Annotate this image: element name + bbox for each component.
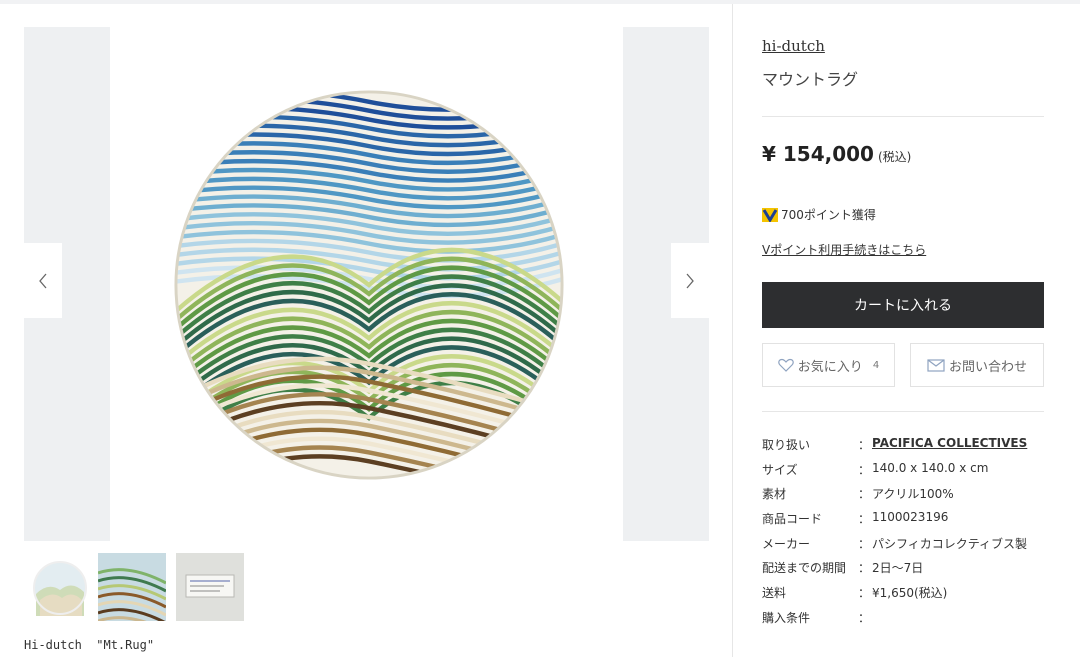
add-to-cart-button[interactable]: カートに入れる — [762, 282, 1044, 328]
spec-colon: ： — [858, 512, 871, 527]
heart-icon — [778, 358, 794, 372]
spec-table: 取り扱い ： PACIFICA COLLECTIVES サイズ ： 140.0 … — [762, 436, 1027, 634]
spec-key: サイズ — [762, 462, 798, 477]
price: ¥ 154,000 (税込) — [762, 142, 911, 166]
product-title: マウントラグ — [762, 70, 859, 89]
product-gallery — [24, 27, 709, 541]
spec-value: アクリル100% — [872, 487, 954, 502]
spec-colon: ： — [858, 462, 871, 477]
product-main-image — [174, 90, 564, 480]
favorite-button[interactable]: お気に入り 4 — [762, 343, 895, 387]
thumbnail-3[interactable] — [176, 553, 244, 621]
brand-link[interactable]: hi-dutch — [762, 37, 825, 55]
spec-value: 2日〜7日 — [872, 561, 924, 576]
spec-row-material: 素材 ： アクリル100% — [762, 485, 1027, 510]
spec-colon: ： — [858, 610, 871, 625]
spec-colon: ： — [858, 438, 871, 452]
favorite-count: 4 — [872, 359, 880, 371]
image-caption: Hi-dutch "Mt.Rug" — [24, 638, 155, 652]
spec-value: パシフィカコレクティブス製 — [872, 536, 1028, 551]
handler-link[interactable]: PACIFICA COLLECTIVES — [872, 436, 1027, 450]
chevron-right-icon — [686, 273, 694, 288]
spec-colon: ： — [858, 536, 871, 551]
spec-key: 商品コード — [762, 512, 823, 527]
spec-colon: ： — [858, 487, 871, 502]
spec-row-handler: 取り扱い ： PACIFICA COLLECTIVES — [762, 436, 1027, 461]
points-earned: 700ポイント獲得 — [762, 206, 876, 223]
spec-key: 配送までの期間 — [762, 561, 847, 576]
gallery-right-panel — [623, 27, 709, 541]
price-value: ¥ 154,000 — [762, 142, 874, 166]
gallery-left-panel — [24, 27, 110, 541]
contact-label: お問い合わせ — [948, 359, 1027, 375]
spec-key: メーカー — [762, 536, 811, 551]
spec-value: ¥1,650(税込) — [872, 586, 948, 601]
spec-key: 取り扱い — [762, 438, 811, 452]
divider — [762, 411, 1044, 412]
gallery-next-button[interactable] — [671, 243, 709, 318]
thumbnail-1[interactable] — [32, 560, 88, 616]
spec-colon: ： — [858, 586, 871, 601]
gallery-prev-button[interactable] — [24, 243, 62, 318]
spec-key: 素材 — [762, 487, 787, 502]
thumbnail-2[interactable] — [98, 553, 166, 621]
v-point-icon — [762, 207, 778, 222]
spec-value: 140.0 x 140.0 x cm — [872, 460, 989, 475]
spec-key: 送料 — [762, 586, 787, 601]
spec-row-purchase-conditions: 購入条件 ： — [762, 609, 1027, 634]
spec-row-shipping: 送料 ： ¥1,650(税込) — [762, 584, 1027, 609]
v-point-procedure-link[interactable]: Vポイント利用手続きはこちら — [762, 241, 926, 258]
favorite-label: お気に入り — [797, 359, 863, 375]
spec-key: 購入条件 — [762, 610, 811, 625]
divider — [762, 116, 1044, 117]
contact-button[interactable]: お問い合わせ — [910, 343, 1044, 387]
tax-note: (税込) — [877, 150, 912, 164]
thumbnail-strip — [32, 553, 244, 621]
spec-row-product-code: 商品コード ： 1100023196 — [762, 510, 1027, 535]
points-text: 700ポイント獲得 — [781, 208, 876, 222]
spec-row-delivery: 配送までの期間 ： 2日〜7日 — [762, 559, 1027, 584]
column-divider — [732, 4, 733, 657]
spec-colon: ： — [858, 561, 871, 576]
mail-icon — [927, 358, 945, 372]
spec-row-maker: メーカー ： パシフィカコレクティブス製 — [762, 535, 1027, 560]
spec-value: 1100023196 — [872, 510, 949, 525]
chevron-left-icon — [39, 273, 47, 288]
spec-row-size: サイズ ： 140.0 x 140.0 x cm — [762, 461, 1027, 486]
